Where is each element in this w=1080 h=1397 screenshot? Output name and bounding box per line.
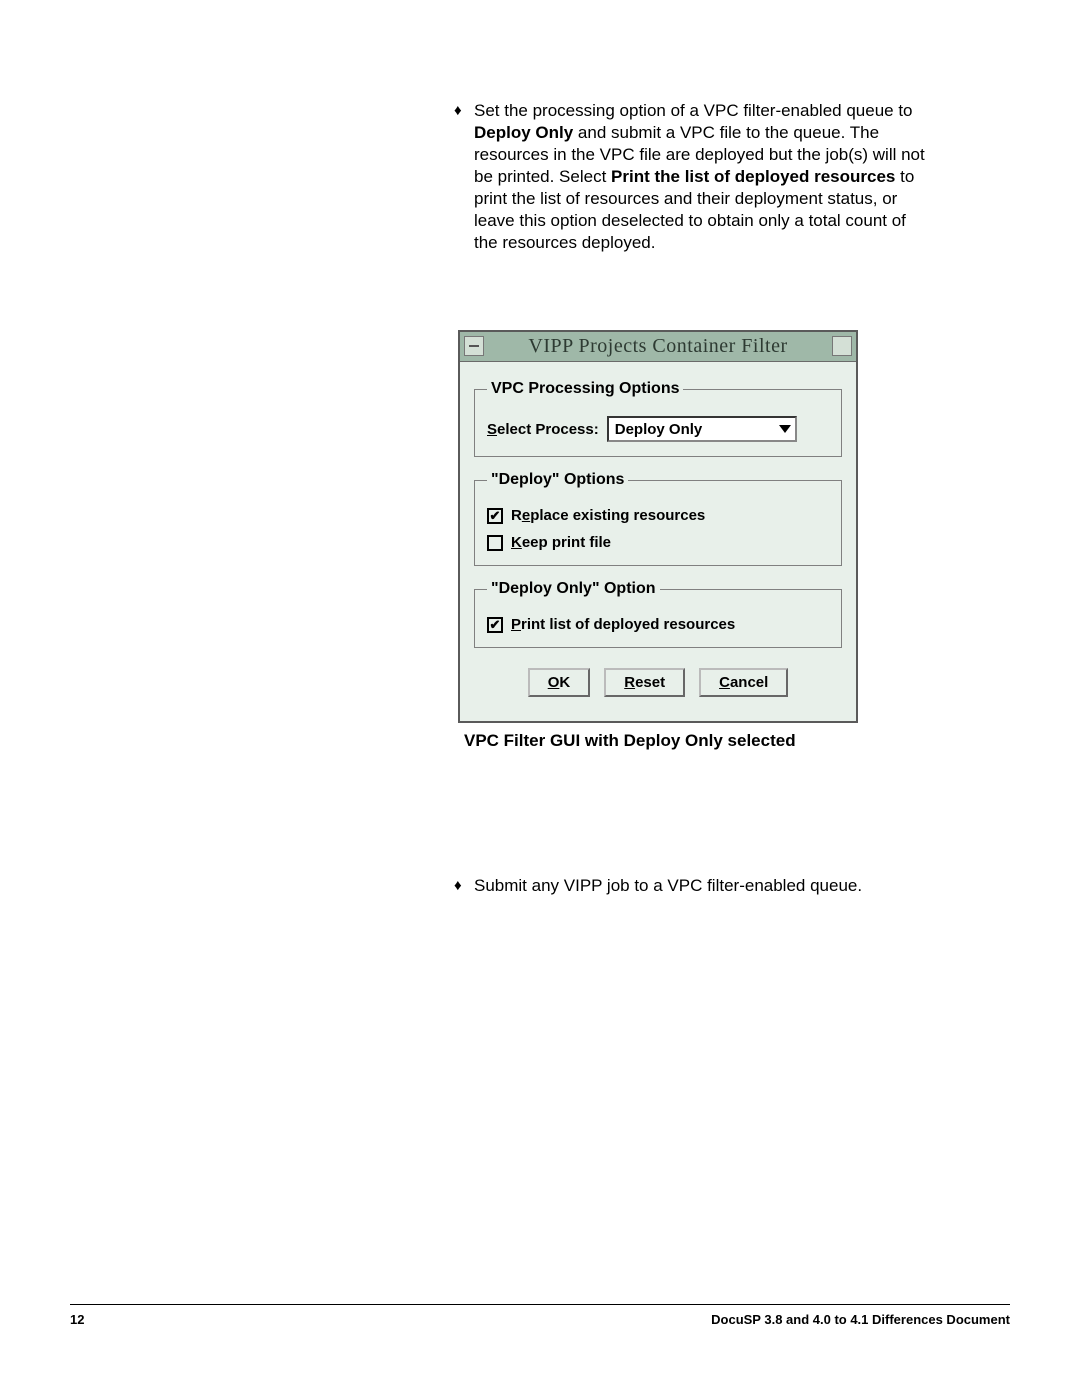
keep-print-file-label: Keep print file (511, 534, 611, 551)
reset-button[interactable]: Reset (604, 668, 685, 697)
chevron-down-icon (779, 425, 791, 433)
diamond-bullet-icon: ♦ (454, 100, 474, 122)
keep-print-file-checkbox[interactable] (487, 535, 503, 551)
vpc-processing-options-group: VPC Processing Options Select Process: D… (474, 380, 842, 457)
deploy-options-group: "Deploy" Options ✔ Replace existing reso… (474, 471, 842, 566)
dialog-titlebar: VIPP Projects Container Filter (460, 332, 856, 362)
deploy-only-option-group: "Deploy Only" Option ✔ Print list of dep… (474, 580, 842, 648)
page-number: 12 (70, 1312, 84, 1327)
diamond-bullet-icon: ♦ (454, 875, 474, 897)
print-list-checkbox[interactable]: ✔ (487, 617, 503, 633)
titlebar-right-icon[interactable] (832, 336, 852, 356)
figure-caption: VPC Filter GUI with Deploy Only selected (458, 731, 858, 751)
select-process-label: Select Process: (487, 421, 599, 438)
bullet-2-text: Submit any VIPP job to a VPC filter-enab… (474, 875, 862, 897)
select-process-value: Deploy Only (615, 421, 703, 438)
group-legend-deploy-only: "Deploy Only" Option (487, 580, 660, 598)
ok-button[interactable]: OK (528, 668, 591, 697)
bullet-1-text: Set the processing option of a VPC filte… (474, 100, 930, 254)
select-process-dropdown[interactable]: Deploy Only (607, 416, 797, 442)
bullet-1-block: ♦ Set the processing option of a VPC fil… (454, 100, 930, 262)
dialog-button-row: OK Reset Cancel (474, 662, 842, 707)
cancel-button[interactable]: Cancel (699, 668, 788, 697)
footer-rule (70, 1304, 1010, 1305)
replace-resources-label: Replace existing resources (511, 507, 705, 524)
bullet-2-block: ♦ Submit any VIPP job to a VPC filter-en… (454, 875, 934, 905)
replace-resources-checkbox[interactable]: ✔ (487, 508, 503, 524)
document-title-footer: DocuSP 3.8 and 4.0 to 4.1 Differences Do… (711, 1312, 1010, 1327)
print-list-label: Print list of deployed resources (511, 616, 735, 633)
dialog-title: VIPP Projects Container Filter (528, 335, 787, 358)
system-menu-icon[interactable] (464, 336, 484, 356)
page-footer: 12 DocuSP 3.8 and 4.0 to 4.1 Differences… (70, 1312, 1010, 1327)
group-legend-processing: VPC Processing Options (487, 380, 683, 398)
vipp-container-filter-dialog: VIPP Projects Container Filter VPC Proce… (458, 330, 858, 723)
dialog-figure: VIPP Projects Container Filter VPC Proce… (458, 330, 858, 751)
group-legend-deploy: "Deploy" Options (487, 471, 628, 489)
